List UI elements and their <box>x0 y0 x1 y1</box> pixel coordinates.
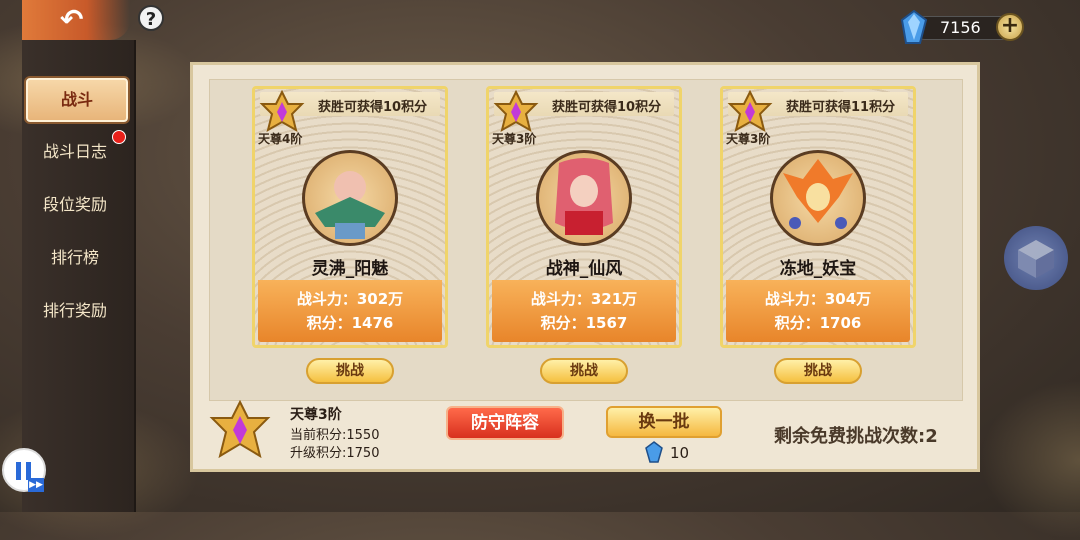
rank-badge-icon <box>493 90 539 133</box>
opponent-card[interactable]: 获胜可获得10积分 天尊4阶 灵沸_阳魅 战斗力：302万 积分：1476 <box>252 86 448 348</box>
opponent-card[interactable]: 获胜可获得10积分 天尊3阶 战神_仙风 战斗力：321万 积分：1567 <box>486 86 682 348</box>
sidebar-item-battle[interactable]: 战斗 <box>26 78 128 122</box>
challenge-button[interactable]: 挑战 <box>540 358 628 384</box>
rank-label: 天尊3阶 <box>726 132 771 146</box>
fast-forward-icon[interactable]: ▶▶ <box>28 478 44 492</box>
sidebar: 战斗 战斗日志 段位奖励 排行榜 排行奖励 <box>22 40 136 512</box>
help-button[interactable]: ? <box>138 5 164 31</box>
card-stats: 战斗力：302万 积分：1476 <box>258 280 442 342</box>
currency-value: 7156 <box>940 18 981 37</box>
cube-shape <box>1018 240 1054 278</box>
add-currency-button[interactable]: + <box>996 13 1024 41</box>
notification-dot <box>112 130 126 144</box>
sidebar-item-leaderboard[interactable]: 排行榜 <box>22 238 128 278</box>
rank-badge-icon <box>727 90 773 133</box>
card-stats: 战斗力：304万 积分：1706 <box>726 280 910 342</box>
crystal-icon <box>900 10 928 44</box>
power-value: 战斗力：321万 <box>530 290 638 308</box>
character-portrait <box>555 158 613 235</box>
challenge-button[interactable]: 挑战 <box>306 358 394 384</box>
score-value: 积分：1706 <box>774 314 862 332</box>
current-score: 当前积分:1550 <box>290 428 380 443</box>
opponent-name: 灵沸_阳魅 <box>311 259 389 279</box>
character-portrait <box>315 171 385 239</box>
score-value: 积分：1567 <box>540 314 628 332</box>
sidebar-item-leaderboard-rewards[interactable]: 排行奖励 <box>22 291 128 331</box>
win-reward-text: 获胜可获得10积分 <box>318 100 428 115</box>
win-reward-text: 获胜可获得10积分 <box>552 100 662 115</box>
my-rank-label: 天尊3阶 <box>290 407 342 423</box>
win-reward-text: 获胜可获得11积分 <box>786 100 896 115</box>
sidebar-item-rank-rewards[interactable]: 段位奖励 <box>22 185 128 225</box>
avatar <box>770 150 866 246</box>
opponent-name: 冻地_妖宝 <box>779 259 857 279</box>
crystal-icon <box>645 441 663 463</box>
power-value: 战斗力：302万 <box>296 290 404 308</box>
challenge-button[interactable]: 挑战 <box>774 358 862 384</box>
opponent-card[interactable]: 获胜可获得11积分 天尊3阶 冻地_妖宝 战斗力：304万 积分：1706 <box>720 86 916 348</box>
rank-badge-icon <box>259 90 305 133</box>
character-portrait <box>783 159 853 229</box>
refresh-cost: 10 <box>670 444 690 462</box>
score-value: 积分：1476 <box>306 314 394 332</box>
back-arrow-icon: ↶ <box>60 3 84 36</box>
avatar <box>536 150 632 246</box>
rank-label: 天尊4阶 <box>258 132 303 146</box>
card-stats: 战斗力：321万 积分：1567 <box>492 280 676 342</box>
avatar <box>302 150 398 246</box>
upgrade-score: 升级积分:1750 <box>290 446 380 461</box>
background-cloud <box>980 380 1080 540</box>
free-challenges-left: 剩余免费挑战次数:2 <box>774 426 938 447</box>
rank-label: 天尊3阶 <box>492 132 537 146</box>
power-value: 战斗力：304万 <box>764 290 872 308</box>
refresh-opponents-button[interactable]: 换一批 <box>606 406 722 438</box>
back-button[interactable]: ↶ <box>22 0 130 40</box>
my-rank-badge-icon <box>209 400 271 459</box>
opponent-name: 战神_仙风 <box>545 259 623 279</box>
cube-icon[interactable] <box>1004 226 1068 290</box>
currency-display: 7156 + <box>898 10 1026 44</box>
pause-icon <box>16 462 21 480</box>
defense-lineup-button[interactable]: 防守阵容 <box>446 406 564 440</box>
